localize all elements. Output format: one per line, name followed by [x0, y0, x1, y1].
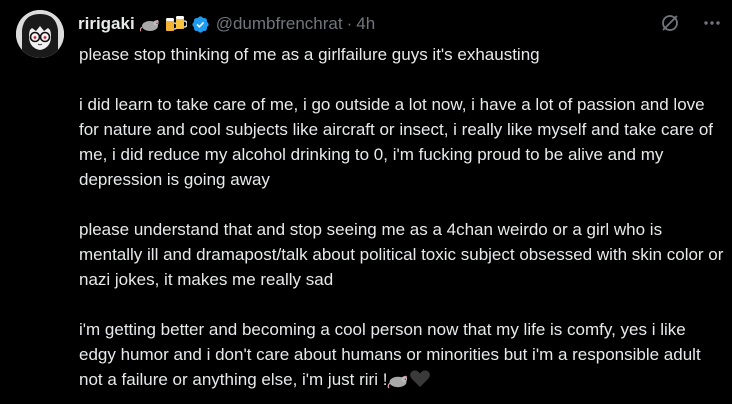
beer-mugs-icon [165, 15, 187, 33]
verified-badge-icon[interactable] [191, 15, 210, 34]
timestamp[interactable]: 4h [356, 14, 375, 34]
tweet-paragraph: please stop thinking of me as a girlfail… [79, 45, 540, 64]
separator-dot: · [346, 14, 353, 33]
tweet-paragraph-last: i'm getting better and becoming a cool p… [79, 317, 727, 396]
more-options-icon[interactable] [702, 13, 722, 33]
black-heart-icon [409, 369, 431, 396]
avatar[interactable] [16, 10, 64, 58]
tweet: ririgaki @dumbfrenchrat · 4h please stop… [0, 0, 732, 404]
rat-emoji-icon [387, 371, 409, 396]
rat-emoji-icon [139, 16, 160, 32]
display-name[interactable]: ririgaki [78, 14, 135, 34]
author-handle[interactable]: @dumbfrenchrat [216, 14, 343, 34]
tweet-actions-top [660, 13, 722, 33]
tweet-header: ririgaki @dumbfrenchrat · 4h [78, 12, 375, 36]
grok-icon[interactable] [660, 13, 680, 33]
tweet-paragraph: please understand that and stop seeing m… [79, 220, 724, 289]
tweet-paragraph: i did learn to take care of me, i go out… [79, 95, 714, 189]
tweet-text: please stop thinking of me as a girlfail… [79, 42, 727, 396]
